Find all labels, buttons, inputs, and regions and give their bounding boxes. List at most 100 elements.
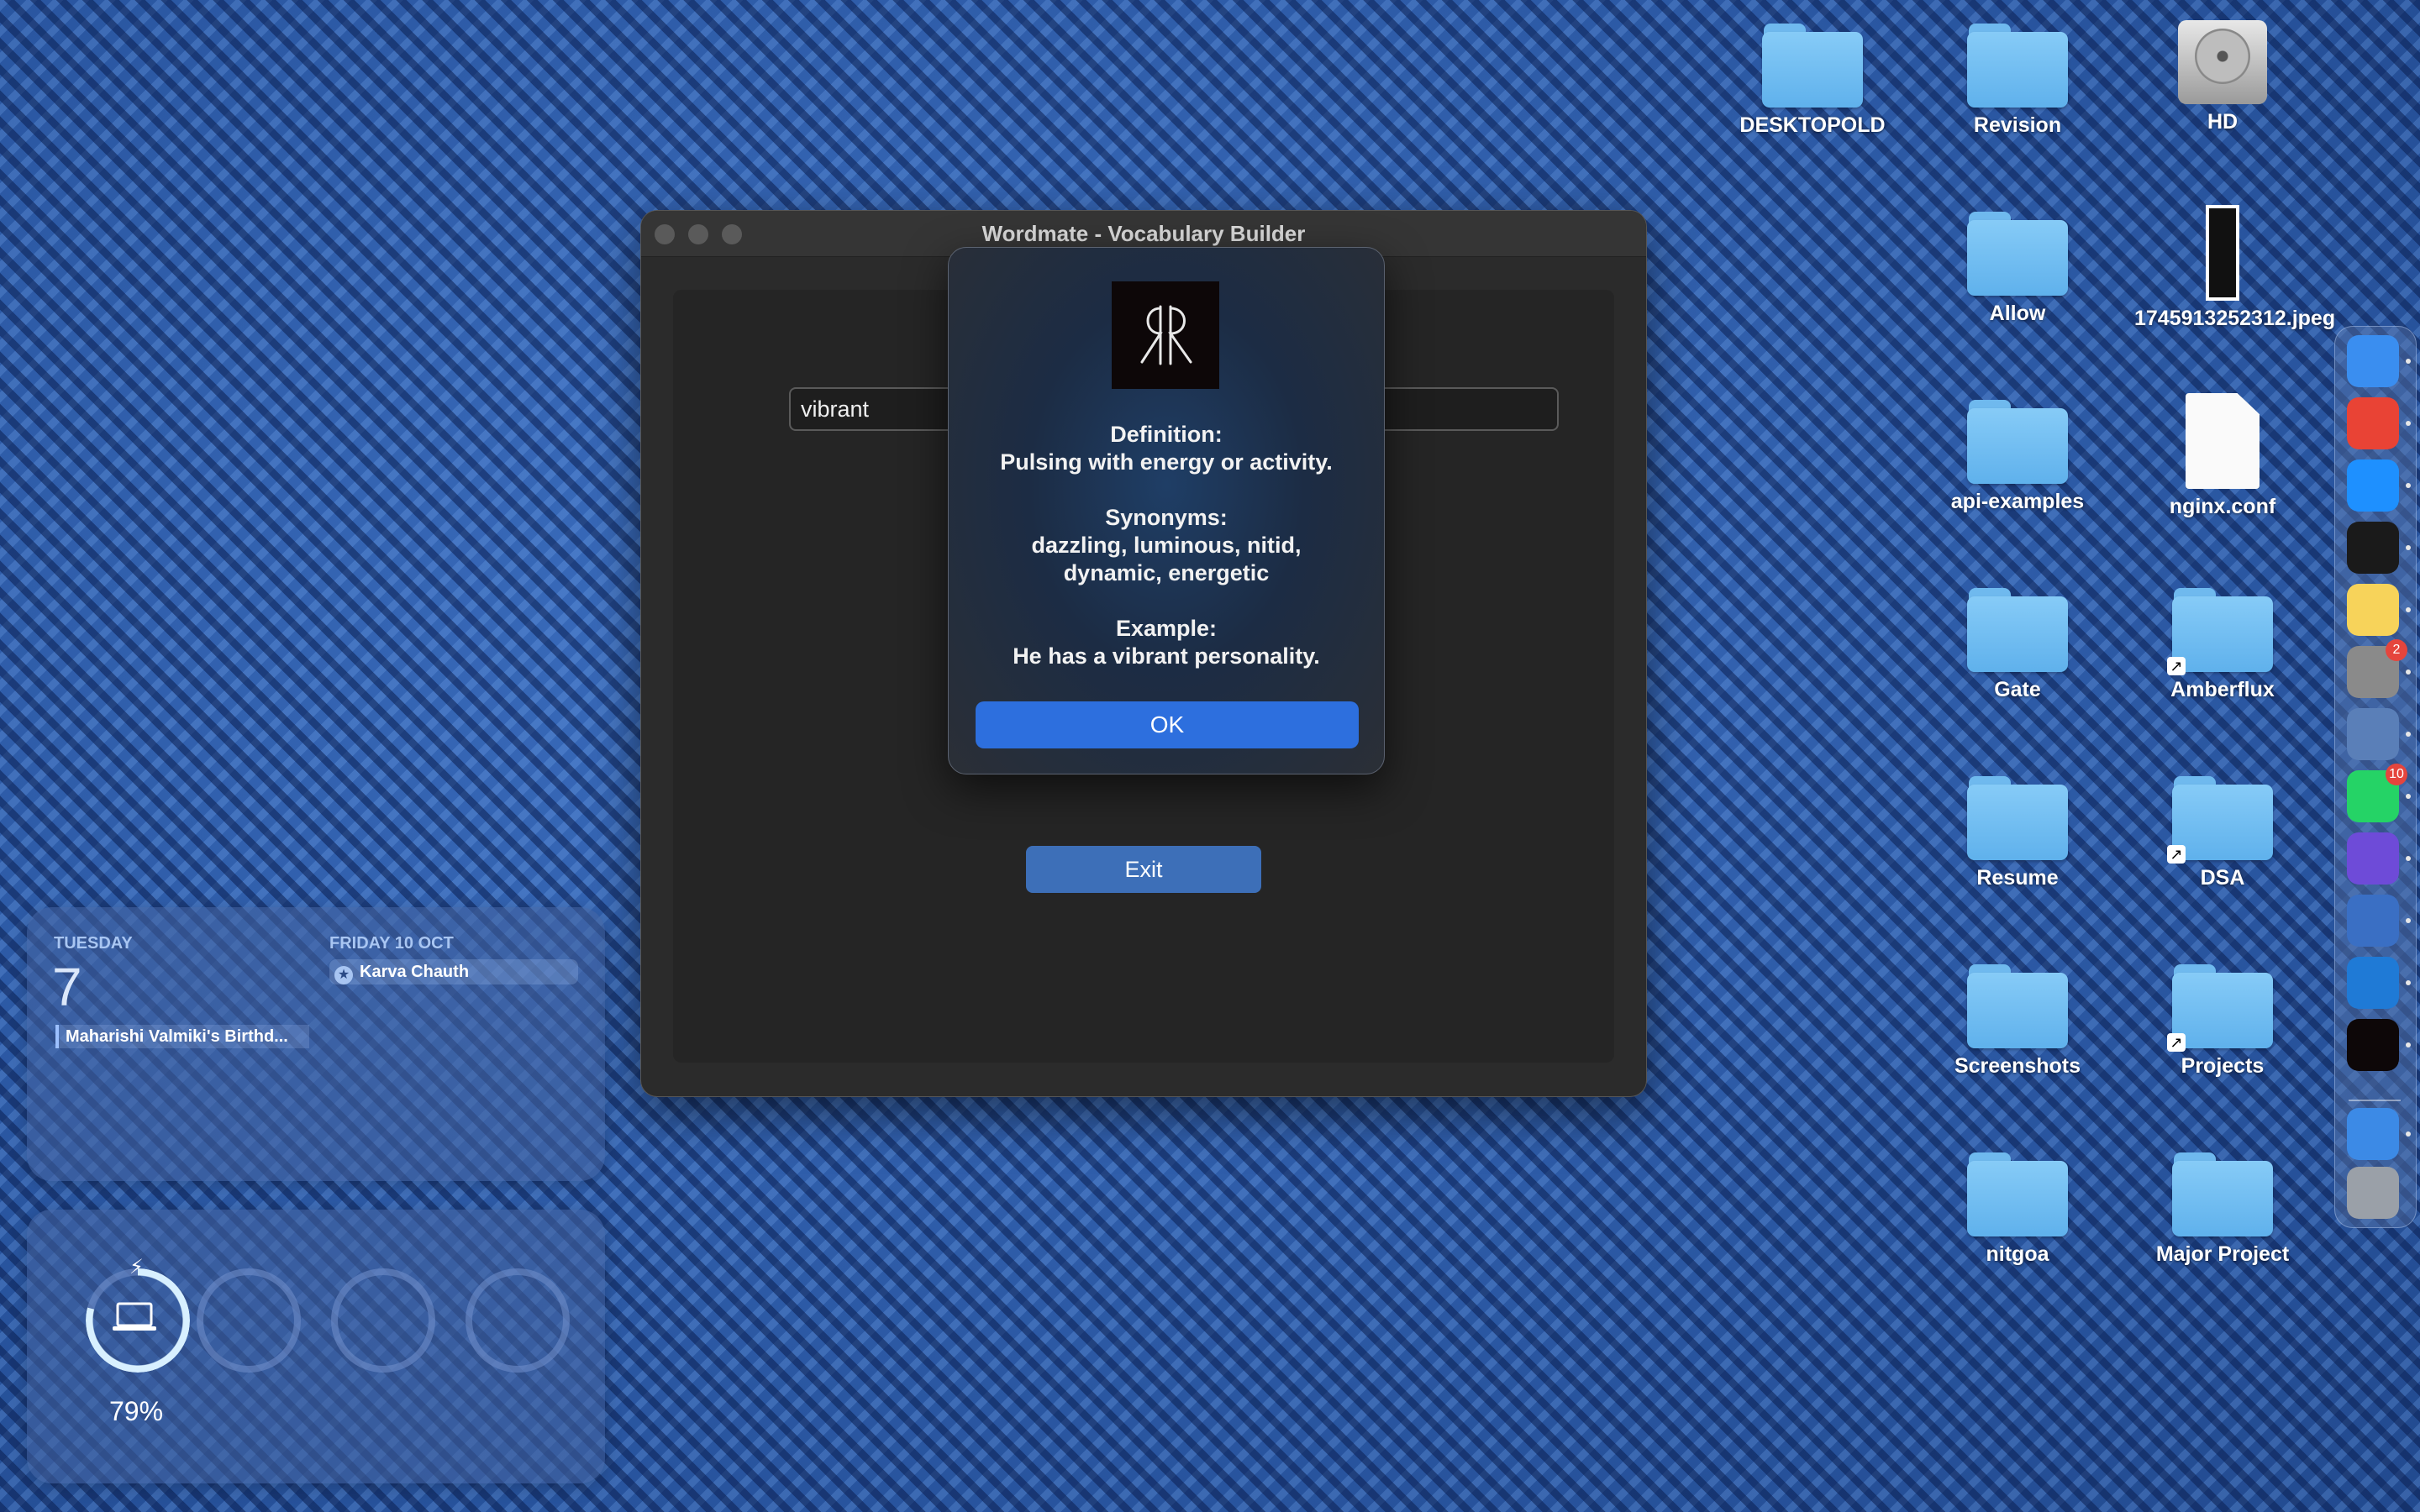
chrome-icon[interactable] [2347, 397, 2399, 449]
notification-badge: 2 [2386, 639, 2407, 661]
desktop-folder-dsa[interactable]: ↗ DSA [2134, 773, 2311, 891]
vscode-icon[interactable] [2347, 957, 2399, 1009]
window-title: Wordmate - Vocabulary Builder [981, 221, 1306, 246]
folder-icon [1967, 396, 2068, 484]
running-indicator [2406, 483, 2411, 488]
desktop-icon-label: Gate [1994, 678, 2041, 701]
desktop-icon-label: nitgoa [1986, 1242, 2049, 1266]
desktop-folder-nitgoa[interactable]: nitgoa [1929, 1149, 2106, 1268]
synonyms-text-line2: dynamic, energetic [1063, 560, 1270, 585]
desktop-icon-label: Screenshots [1954, 1054, 2081, 1078]
whatsapp-icon[interactable]: 10 [2347, 764, 2407, 822]
wordmate-icon[interactable] [2347, 1019, 2399, 1071]
desktop-folder-projects[interactable]: ↗ Projects [2134, 961, 2311, 1079]
desktop-file-nginx-conf[interactable]: nginx.conf [2134, 393, 2311, 520]
folder-icon [2172, 1149, 2273, 1236]
running-indicator [2406, 545, 2411, 550]
desktop-folder-api-examples[interactable]: api-examples [1929, 396, 2106, 515]
swift-app-icon[interactable] [2347, 895, 2399, 947]
folder-icon [1762, 20, 1863, 108]
desktop-icon-label: DSA [2200, 866, 2245, 890]
desktop-icon-label: api-examples [1950, 490, 2085, 513]
definition-text: Pulsing with energy or activity. [1000, 449, 1333, 475]
running-indicator [2406, 794, 2411, 799]
folder-alias-icon: ↗ [2167, 585, 2273, 675]
running-indicator [2406, 607, 2411, 612]
desktop-icon-label: Amberflux [2170, 678, 2275, 701]
desktop-folder-amberflux[interactable]: ↗ Amberflux [2134, 585, 2311, 703]
desktop-folder-desktopold[interactable]: DESKTOPOLD [1724, 20, 1901, 139]
folder-icon [1967, 20, 2068, 108]
ok-button[interactable]: OK [976, 701, 1359, 748]
folder-alias-icon: ↗ [2167, 773, 2273, 864]
synonyms-text-line1: dazzling, luminous, nitid, [1031, 533, 1302, 558]
calendar-widget[interactable]: TUESDAY 7 Maharishi Valmiki's Birthd... … [27, 907, 605, 1181]
desktop-folder-major-project[interactable]: Major Project [2134, 1149, 2311, 1268]
folder-icon [1967, 961, 2068, 1048]
system-settings-icon[interactable]: 2 [2347, 639, 2407, 698]
battery-ring-content: ⚡ [86, 1256, 190, 1373]
running-indicator [2406, 980, 2411, 985]
app-monogram-icon [1112, 281, 1219, 389]
calendar-event-upcoming-label: Karva Chauth [360, 963, 470, 981]
running-indicator [2406, 359, 2411, 364]
running-indicator [2406, 856, 2411, 861]
desktop-icon-label: Resume [1976, 866, 2059, 890]
calendar-upcoming-day: FRIDAY 10 OCT [329, 934, 454, 953]
desktop-icon-label: Projects [2181, 1054, 2265, 1078]
battery-ring-empty [331, 1268, 435, 1373]
running-indicator [2406, 421, 2411, 426]
folder-icon [1967, 773, 2068, 860]
image-file-icon [2206, 205, 2239, 301]
desktop-folder-screenshots[interactable]: Screenshots [1929, 961, 2106, 1079]
desktop-drive-hd[interactable]: HD [2134, 12, 2311, 135]
synonyms-heading: Synonyms: [1105, 505, 1228, 530]
running-indicator [2406, 1131, 2411, 1137]
preview-icon[interactable] [2347, 708, 2399, 760]
obsidian-icon[interactable] [2347, 832, 2399, 885]
finder-icon[interactable] [2347, 335, 2399, 387]
desktop-icon-label: Allow [1989, 302, 2046, 325]
calendar-event-upcoming[interactable]: ★ Karva Chauth [329, 959, 578, 984]
battery-widget[interactable]: 79% ⚡ [27, 1210, 605, 1483]
desktop-icon-label: Major Project [2155, 1242, 2290, 1266]
example-heading: Example: [1115, 616, 1218, 641]
trash-icon[interactable] [2347, 1167, 2399, 1219]
dock-separator [2349, 1100, 2401, 1101]
hard-drive-icon [2176, 12, 2269, 104]
running-indicator [2406, 1042, 2411, 1047]
running-indicator [2406, 732, 2411, 737]
charging-bolt-icon: ⚡ [129, 1256, 144, 1278]
desktop-folder-revision[interactable]: Revision [1929, 20, 2106, 139]
folder-icon [1967, 1149, 2068, 1236]
running-indicator [2406, 918, 2411, 923]
desktop-folder-gate[interactable]: Gate [1929, 585, 2106, 703]
exit-button[interactable]: Exit [1026, 846, 1261, 893]
laptop-icon [113, 1302, 156, 1331]
notes-icon[interactable] [2347, 584, 2399, 636]
desktop-folder-resume[interactable]: Resume [1929, 773, 2106, 891]
battery-percent: 79% [108, 1396, 164, 1426]
desktop-icon-label: 1745913252312.jpeg [2134, 307, 2336, 330]
desktop-folder-allow[interactable]: Allow [1929, 208, 2106, 327]
folder-icon [1967, 585, 2068, 672]
battery-ring-empty [466, 1268, 570, 1373]
globe-icon[interactable] [2347, 1108, 2399, 1160]
desktop-icon-label: HD [2207, 110, 2238, 134]
alert-message: Definition: Pulsing with energy or activ… [965, 421, 1367, 670]
desktop-icon-label: nginx.conf [2169, 495, 2276, 518]
safari-icon[interactable] [2347, 459, 2399, 512]
battery-ring-empty [197, 1268, 301, 1373]
desktop-file-jpeg[interactable]: 1745913252312.jpeg [2134, 205, 2336, 332]
folder-icon [1967, 208, 2068, 296]
terminal-icon[interactable] [2347, 522, 2399, 574]
document-icon [2186, 393, 2260, 489]
folder-alias-icon: ↗ [2167, 961, 2273, 1052]
definition-alert: Definition: Pulsing with energy or activ… [948, 247, 1385, 774]
star-icon: ★ [334, 966, 353, 984]
calendar-day-name: TUESDAY [54, 934, 133, 953]
calendar-day-number: 7 [52, 957, 82, 1017]
desktop-icon-label: Revision [1973, 113, 2062, 137]
calendar-event-today[interactable]: Maharishi Valmiki's Birthd... [55, 1025, 309, 1048]
notification-badge: 10 [2386, 764, 2407, 785]
